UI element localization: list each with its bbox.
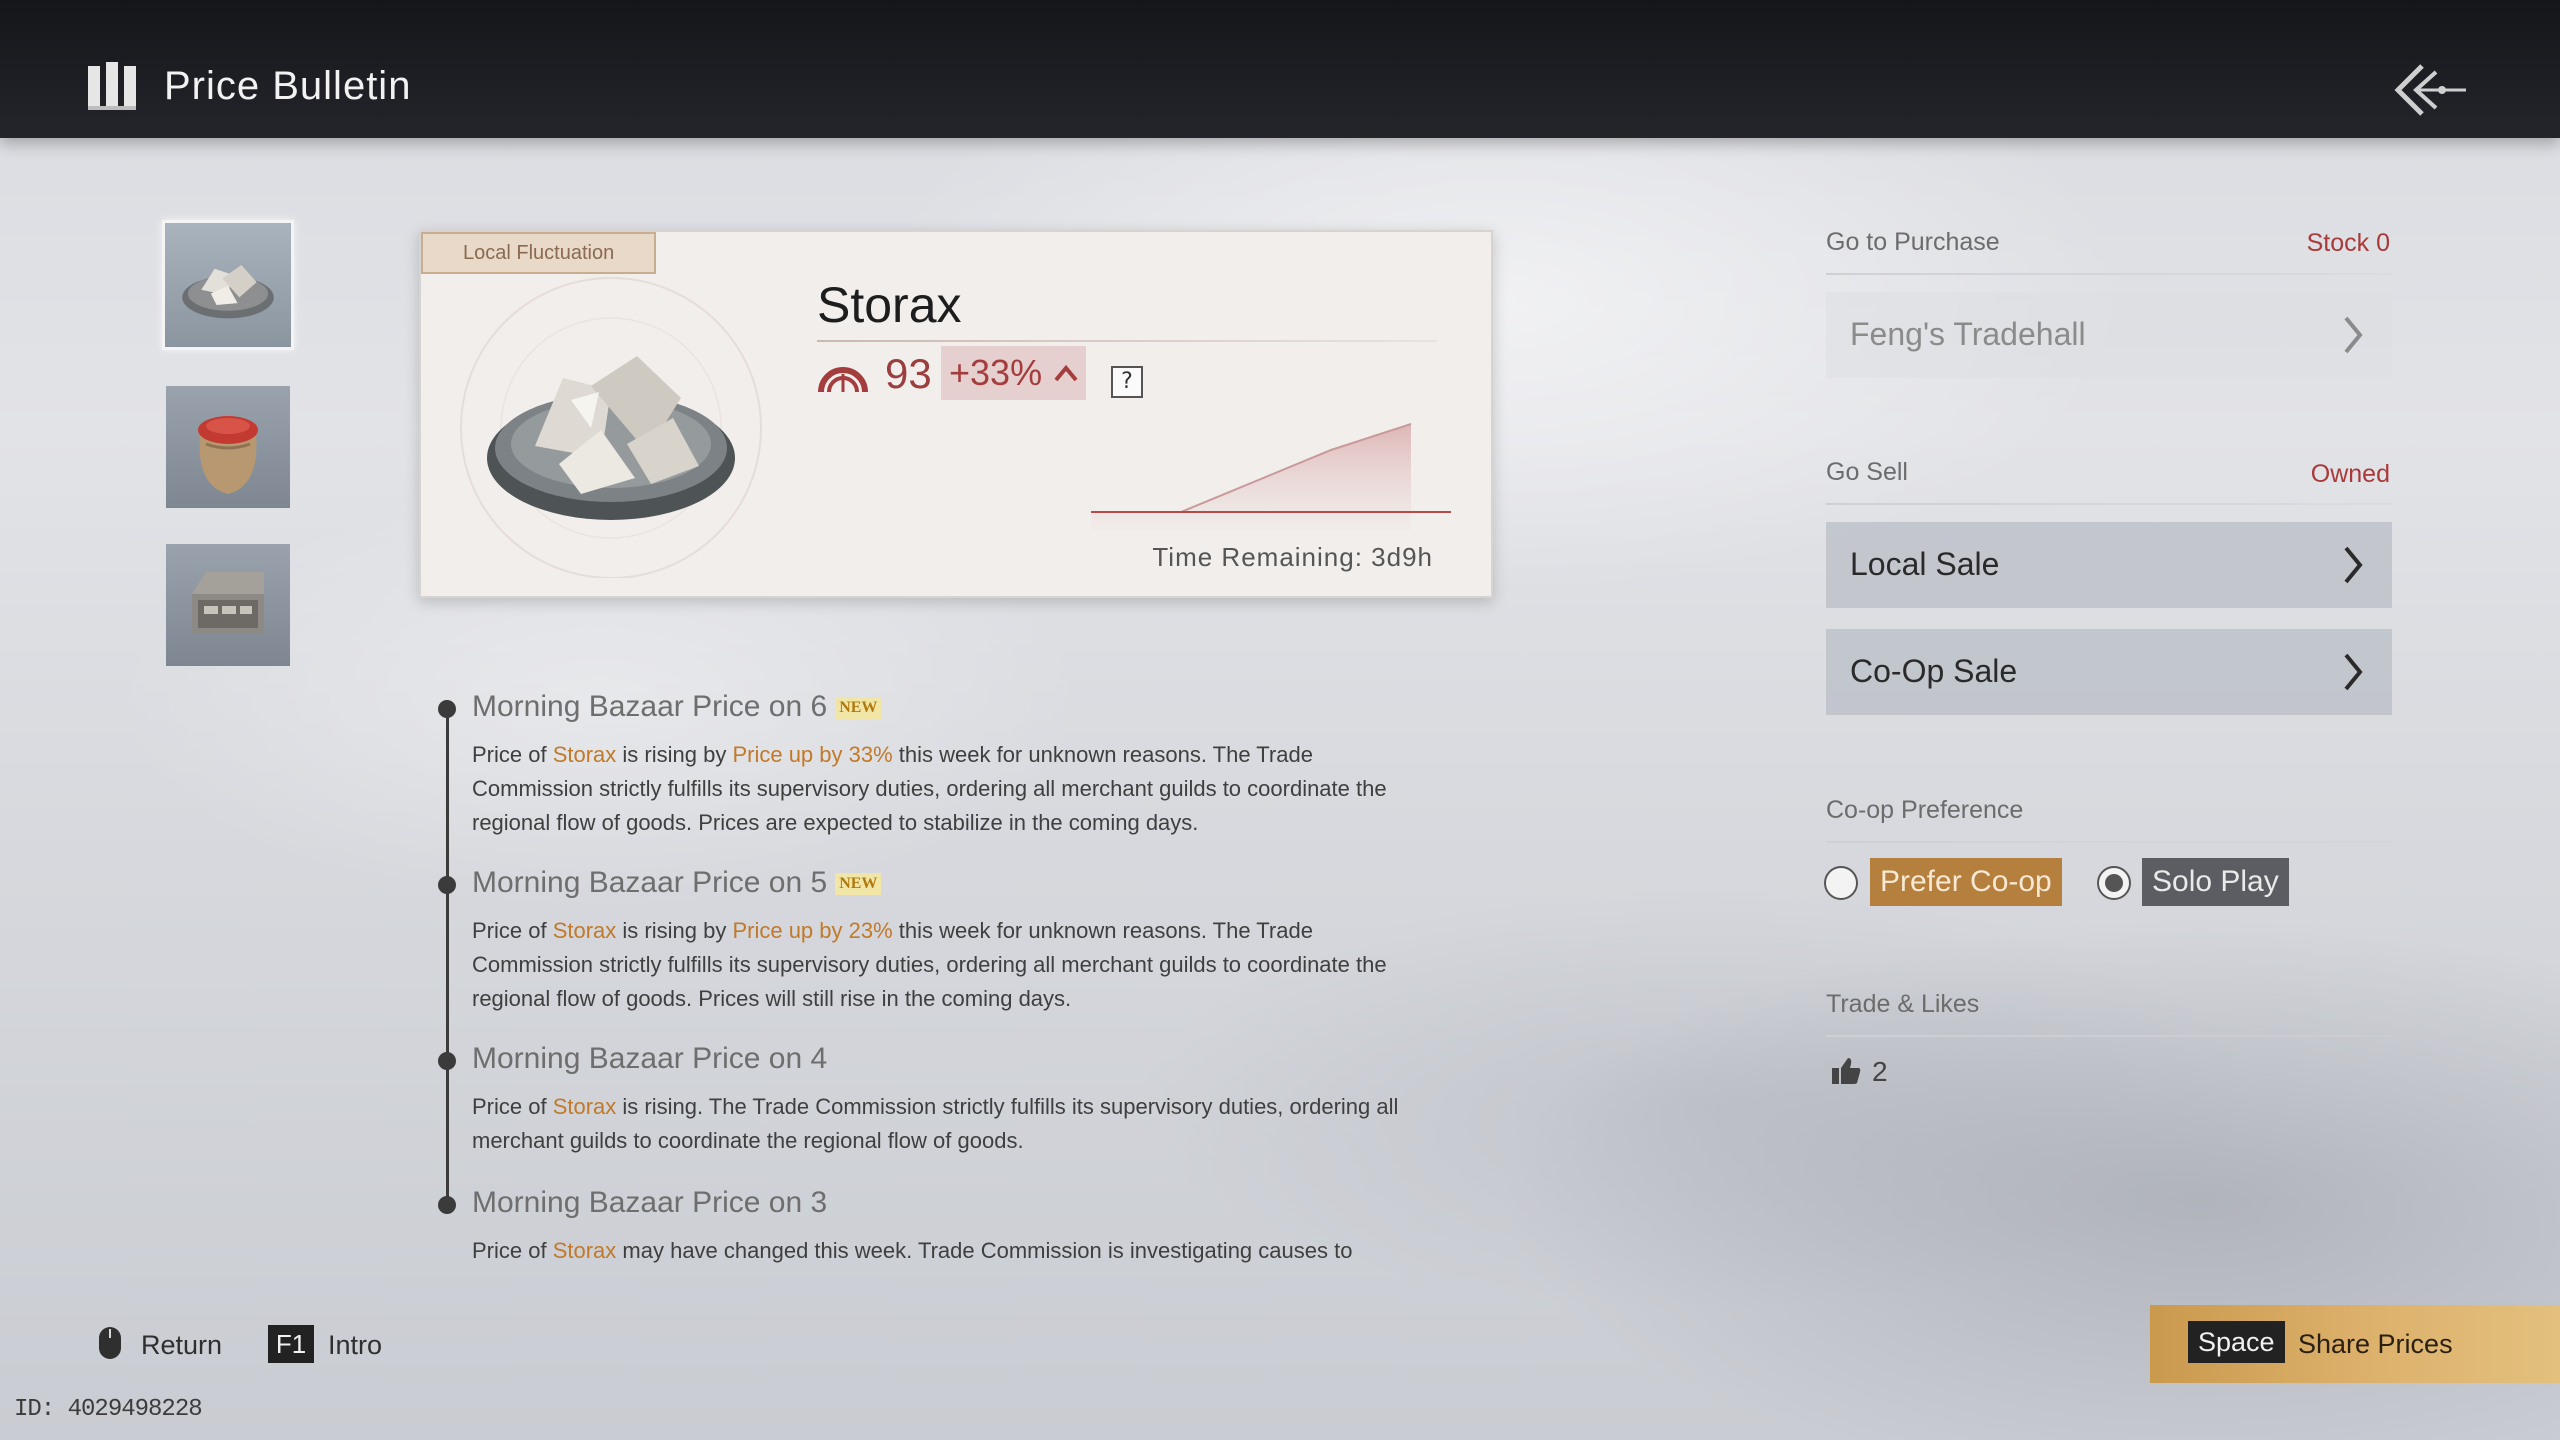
prefer-coop-option[interactable]: Prefer Co-op (1870, 858, 2062, 906)
news-text: is rising by (616, 918, 733, 943)
news-heading: Morning Bazaar Price on 5 NEW (472, 866, 882, 900)
spice-sack-image (198, 416, 258, 494)
price-trend-graph (1091, 423, 1451, 530)
news-heading: Morning Bazaar Price on 4 (472, 1042, 827, 1076)
return-button[interactable]: Return (141, 1330, 222, 1361)
price-change-badge: +33% (941, 346, 1087, 400)
f1-key: F1 (268, 1325, 314, 1363)
chevron-right-icon (2344, 546, 2363, 584)
news-highlight: Storax (552, 742, 617, 767)
spice-sack-thumbnail[interactable] (166, 386, 290, 508)
price-news-list: Morning Bazaar Price on 6 NEW Price of St… (438, 690, 1438, 1280)
stock-value: Stock 0 (2306, 229, 2390, 257)
chest-thumbnail[interactable] (166, 544, 290, 666)
news-highlight: Storax (552, 918, 617, 943)
news-text: Price of (472, 1238, 553, 1263)
solo-play-radio[interactable] (2097, 866, 2131, 900)
news-text: is rising by (616, 742, 733, 767)
sell-divider (1826, 503, 2392, 505)
storax-thumbnail[interactable] (162, 220, 294, 350)
chest-image (192, 572, 264, 634)
share-prices-button[interactable]: Space Share Prices (2150, 1305, 2560, 1383)
space-key: Space (2188, 1321, 2285, 1363)
news-text: may have changed this week. Trade Commis… (616, 1238, 1353, 1263)
new-tag: NEW (835, 873, 882, 896)
coop-preference-label: Co-op Preference (1826, 796, 2024, 824)
local-sale-label: Local Sale (1850, 546, 2000, 582)
likes-count: 2 (1872, 1056, 1888, 1087)
book-icon (88, 62, 136, 110)
prefer-coop-radio[interactable] (1824, 866, 1858, 900)
news-highlight: Storax (552, 1094, 617, 1119)
news-heading-text: Morning Bazaar Price on 3 (472, 1186, 828, 1219)
top-bar: Price Bulletin (0, 0, 2560, 138)
news-body: Price of Storax is rising by Price up by… (472, 914, 1432, 1016)
news-heading: Morning Bazaar Price on 6 NEW (472, 690, 882, 724)
news-body: Price of Storax is rising. The Trade Com… (472, 1090, 1432, 1158)
item-price: 93 (885, 350, 932, 397)
page-title: Price Bulletin (164, 64, 412, 108)
coop-preference-divider (1826, 841, 2392, 843)
news-heading: Morning Bazaar Price on 3 (472, 1186, 827, 1220)
price-gauge-icon (818, 367, 868, 393)
time-remaining: Time Remaining: 3d9h (1152, 542, 1433, 572)
news-heading-text: Morning Bazaar Price on 4 (472, 1042, 828, 1075)
news-highlight: Price up by 23% (732, 918, 893, 943)
name-divider (817, 340, 1437, 342)
owned-value: Owned (2310, 460, 2390, 488)
timeline-dot (438, 1052, 456, 1070)
news-body: Price of Storax may have changed this we… (472, 1234, 1432, 1268)
trade-likes-label: Trade & Likes (1826, 990, 1980, 1018)
chevron-right-icon (2344, 316, 2363, 354)
news-body: Price of Storax is rising by Price up by… (472, 738, 1432, 840)
arrow-up-icon (1054, 364, 1078, 382)
item-name: Storax (817, 277, 962, 333)
timeline-dot (438, 700, 456, 718)
fengs-tradehall-button[interactable]: Feng's Tradehall (1826, 292, 2392, 378)
back-arrow-icon[interactable] (2392, 62, 2468, 118)
timeline-dot (438, 1196, 456, 1214)
purchase-divider (1826, 273, 2392, 275)
chevron-right-icon (2344, 653, 2363, 691)
likes-divider (1826, 1035, 2392, 1037)
item-card: Local Fluctuation Storax 93 +33% ? Time … (419, 230, 1493, 598)
shop-name: Feng's Tradehall (1850, 316, 2086, 352)
intro-button[interactable]: Intro (328, 1330, 382, 1361)
news-text: Price of (472, 918, 553, 943)
news-text: Price of (472, 1094, 553, 1119)
news-highlight: Price up by 33% (732, 742, 893, 767)
timeline-dot (438, 876, 456, 894)
price-change-value: +33% (949, 352, 1043, 393)
thumbs-up-icon (1832, 1058, 1861, 1084)
coop-sale-label: Co-Op Sale (1850, 653, 2018, 689)
timeline-line (446, 710, 449, 1210)
go-to-purchase-label: Go to Purchase (1826, 228, 2000, 256)
share-prices-label: Share Prices (2298, 1329, 2453, 1359)
player-id: ID: 4029498228 (14, 1396, 203, 1423)
help-button[interactable]: ? (1111, 366, 1143, 398)
news-heading-text: Morning Bazaar Price on 6 (472, 690, 828, 723)
news-text: Price of (472, 742, 553, 767)
news-highlight: Storax (552, 1238, 617, 1263)
storax-thumbnail-image (182, 264, 274, 319)
coop-sale-button[interactable]: Co-Op Sale (1826, 629, 2392, 715)
solo-play-option[interactable]: Solo Play (2142, 858, 2289, 906)
news-heading-text: Morning Bazaar Price on 5 (472, 866, 828, 899)
local-sale-button[interactable]: Local Sale (1826, 522, 2392, 608)
new-tag: NEW (835, 697, 882, 720)
mouse-icon (99, 1327, 121, 1359)
storax-image (460, 277, 762, 578)
go-sell-label: Go Sell (1826, 458, 1908, 486)
